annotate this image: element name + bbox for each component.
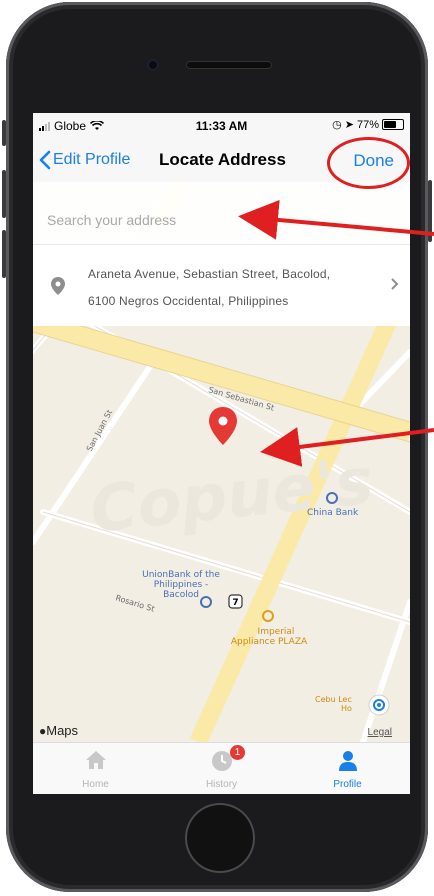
tab-label: History	[205, 779, 238, 790]
location-pin-icon	[209, 407, 237, 445]
address-line-2: 6100 Negros Occidental, Philippines	[88, 294, 289, 308]
map-place-label: Ho	[341, 704, 352, 713]
chevron-left-icon	[39, 150, 51, 170]
status-right: ◷ ➤ 77%	[332, 118, 404, 131]
tab-bar: Home 1 History Profile	[33, 742, 410, 794]
search-address-input[interactable]	[47, 208, 387, 232]
map-place-label: Imperial	[258, 627, 295, 637]
back-label: Edit Profile	[53, 151, 131, 168]
status-bar: Globe 11:33 AM ◷ ➤ 77%	[33, 113, 410, 138]
annotation-circle	[327, 137, 410, 189]
alarm-icon: ◷	[332, 119, 342, 131]
map-place-label: Bacolod	[163, 590, 199, 600]
bank-icon	[200, 596, 212, 608]
volume-down-button	[2, 230, 6, 278]
tab-history[interactable]: 1 History	[159, 743, 284, 794]
tab-home[interactable]: Home	[33, 743, 158, 794]
maps-attribution: ● Maps	[39, 723, 79, 738]
map-street-label: Rosario St	[114, 593, 155, 613]
front-camera	[147, 59, 159, 71]
map-place-label: Appliance PLAZA	[231, 637, 308, 647]
map-place-label: Cebu Lec	[315, 695, 352, 704]
person-icon	[338, 751, 357, 771]
earpiece-speaker	[186, 61, 272, 69]
map-place-label: Philippines -	[154, 580, 209, 590]
map-place-label: China Bank	[307, 508, 359, 518]
power-button	[428, 180, 432, 242]
tab-label: Home	[82, 779, 109, 790]
tab-label: Profile	[333, 779, 362, 790]
volume-up-button	[2, 170, 6, 218]
watermark: Copue's	[87, 445, 377, 548]
address-line-1: Araneta Avenue, Sebastian Street, Bacolo…	[88, 267, 331, 281]
back-button[interactable]: Edit Profile	[39, 150, 130, 170]
legal-link[interactable]: Legal	[368, 727, 392, 738]
battery-level	[384, 121, 397, 128]
mute-switch	[2, 120, 6, 146]
tab-profile[interactable]: Profile	[285, 743, 410, 794]
map-place-label: UnionBank of the	[142, 570, 220, 580]
location-pin-icon	[51, 277, 65, 295]
current-location-icon	[368, 694, 390, 716]
house-icon	[85, 751, 106, 769]
address-result-row[interactable]: Araneta Avenue, Sebastian Street, Bacolo…	[33, 245, 410, 325]
page-title: Locate Address	[159, 150, 286, 169]
app-screen: San Sebastian St San Juan St Rosario St …	[33, 113, 410, 794]
location-arrow-icon: ➤	[344, 119, 354, 131]
battery-percent: 77%	[356, 118, 379, 131]
home-button[interactable]	[185, 803, 255, 873]
battery-icon	[382, 119, 404, 130]
svg-text:7: 7	[232, 598, 238, 608]
apple-logo-icon: ●	[39, 723, 47, 738]
notification-badge: 1	[230, 745, 245, 760]
chevron-right-icon	[391, 278, 399, 290]
